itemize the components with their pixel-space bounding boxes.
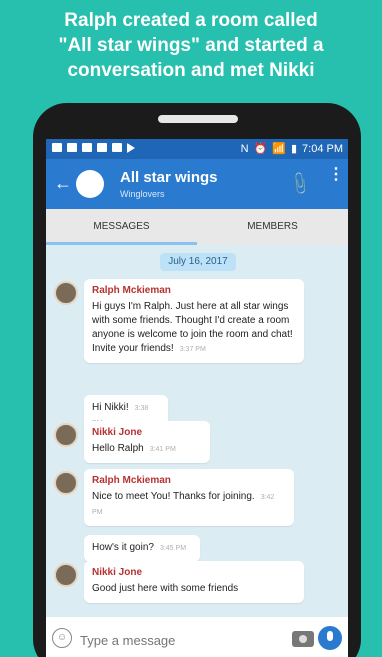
message-bubble[interactable]: Ralph Mckieman Nice to meet You! Thanks … <box>84 469 294 526</box>
avatar[interactable] <box>54 563 78 587</box>
message-sender: Ralph Mckieman <box>92 285 171 296</box>
tab-messages[interactable]: MESSAGES <box>46 209 197 245</box>
system-icons: N ⏰ 📶 ▮ 7:04 PM <box>240 142 343 156</box>
message-text: Hi guys I'm Ralph. Just here at all star… <box>92 301 293 354</box>
play-icon <box>127 143 135 153</box>
paperclip-icon[interactable]: 📎 <box>286 170 314 198</box>
mic-icon[interactable] <box>318 626 342 650</box>
notification-icons <box>52 143 135 153</box>
message-text: Good just here with some friends <box>92 583 239 594</box>
status-time: 7:04 PM <box>302 142 343 155</box>
notification-icon <box>82 143 92 152</box>
room-avatar[interactable] <box>76 170 104 198</box>
message-time: 3:45 PM <box>159 545 187 552</box>
wifi-icon: 📶 <box>272 143 286 155</box>
message-text: How's it goin? 3:45 PM <box>92 542 187 553</box>
message-sender: Nikki Jone <box>92 427 143 438</box>
back-arrow-icon[interactable]: ← <box>54 173 72 194</box>
notification-icon <box>97 143 107 152</box>
phone-speaker <box>158 115 238 123</box>
notification-icon <box>112 143 122 152</box>
tab-members[interactable]: MEMBERS <box>197 209 348 245</box>
headline-line-2: "All star wings" and started a <box>58 35 324 56</box>
status-bar: N ⏰ 📶 ▮ 7:04 PM <box>46 139 348 159</box>
message-text: Hello Ralph 3:41 PM <box>92 443 176 454</box>
more-vert-icon[interactable]: ⋮ <box>328 167 344 183</box>
message-sender: Ralph Mckieman <box>92 475 171 486</box>
notification-icon <box>67 143 77 152</box>
avatar[interactable] <box>54 423 78 447</box>
alarm-icon: ⏰ <box>253 143 268 155</box>
message-input-bar: ☺ <box>46 617 348 657</box>
message-bubble[interactable]: Ralph Mckieman Hi guys I'm Ralph. Just h… <box>84 279 304 363</box>
phone-screen: N ⏰ 📶 ▮ 7:04 PM ← All star wings Winglov… <box>46 139 348 657</box>
chat-area[interactable]: July 16, 2017 Ralph Mckieman Hi guys I'm… <box>46 245 348 617</box>
camera-icon[interactable] <box>292 631 314 647</box>
notification-icon <box>52 143 62 152</box>
date-chip: July 16, 2017 <box>160 253 236 271</box>
headline: Ralph created a room called "All star wi… <box>0 8 382 83</box>
app-bar: ← All star wings Winglovers 📎 ⋮ <box>46 159 348 209</box>
emoji-icon[interactable]: ☺ <box>52 628 72 648</box>
message-bubble[interactable]: Nikki Jone Hello Ralph 3:41 PM <box>84 421 210 463</box>
battery-icon: ▮ <box>290 143 298 155</box>
room-subtitle: Winglovers <box>120 189 165 199</box>
message-input[interactable] <box>80 631 280 649</box>
phone-frame: N ⏰ 📶 ▮ 7:04 PM ← All star wings Winglov… <box>33 103 361 657</box>
message-time: 3:41 PM <box>149 446 176 453</box>
message-bubble[interactable]: Nikki Jone Good just here with some frie… <box>84 561 304 603</box>
avatar[interactable] <box>54 281 78 305</box>
avatar[interactable] <box>54 471 78 495</box>
headline-line-3: conversation and met Nikki <box>67 60 315 81</box>
message-bubble[interactable]: How's it goin? 3:45 PM <box>84 535 200 562</box>
room-title: All star wings <box>120 169 218 186</box>
message-sender: Nikki Jone <box>92 567 143 578</box>
message-text: Nice to meet You! Thanks for joining. 3:4… <box>92 491 275 516</box>
headline-line-1: Ralph created a room called <box>64 10 318 31</box>
message-time: 3:37 PM <box>179 346 206 353</box>
nfc-icon: N <box>240 142 249 155</box>
tabs: MESSAGES MEMBERS <box>46 209 348 245</box>
